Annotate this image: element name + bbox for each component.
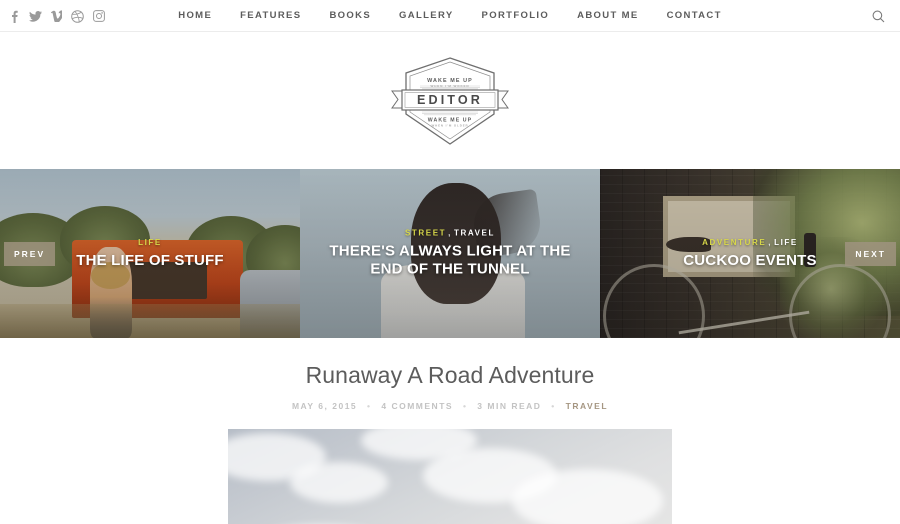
- category-separator: ,: [768, 237, 773, 247]
- slide-item[interactable]: STREET, TRAVEL THERE'S ALWAYS LIGHT AT TH…: [299, 169, 600, 338]
- post-featured-image[interactable]: [228, 428, 672, 524]
- slide-category[interactable]: STREET: [405, 228, 446, 237]
- featured-slider: PREV LIFE THE LIFE OF STUFF STREET , TRA…: [0, 169, 900, 338]
- post-title[interactable]: Runaway A Road Adventure: [0, 362, 900, 390]
- meta-separator: •: [367, 400, 372, 411]
- slide-category[interactable]: ADVENTURE: [702, 237, 766, 246]
- main-navigation: HOME FEATURES BOOKS GALLERY PORTFOLIO AB…: [0, 0, 900, 32]
- nav-item-home[interactable]: HOME: [164, 0, 226, 32]
- site-logo[interactable]: WAKE ME UP WHEN I'M WOKEN EDITOR WAKE ME…: [0, 32, 900, 169]
- slide-category[interactable]: TRAVEL: [454, 228, 495, 237]
- post-category[interactable]: TRAVEL: [566, 401, 608, 411]
- search-icon[interactable]: [866, 0, 890, 32]
- editor-badge-icon: WAKE ME UP WHEN I'M WOKEN EDITOR WAKE ME…: [388, 56, 512, 146]
- meta-separator: •: [551, 400, 556, 411]
- slider-prev-button[interactable]: PREV: [4, 241, 56, 266]
- category-separator: ,: [448, 228, 452, 238]
- nav-item-portfolio[interactable]: PORTFOLIO: [468, 0, 564, 32]
- meta-separator: •: [462, 400, 468, 411]
- post-meta: MAY 6, 2015 • 4 COMMENTS • 3 MIN READ • …: [0, 401, 900, 411]
- nav-item-features[interactable]: FEATURES: [226, 0, 315, 32]
- badge-bottom-line-2: WHEN I'M OLDER: [431, 123, 468, 127]
- slide-categories: STREET, TRAVEL: [314, 228, 586, 237]
- post-read-time: 3 MIN READ: [477, 400, 542, 411]
- post-comments[interactable]: 4 COMMENTS: [381, 401, 453, 411]
- nav-item-about-me[interactable]: ABOUT ME: [563, 0, 652, 32]
- slide-title[interactable]: THERE'S ALWAYS LIGHT AT THE END OF THE T…: [314, 242, 586, 279]
- nav-item-gallery[interactable]: GALLERY: [385, 0, 468, 32]
- nav-item-contact[interactable]: CONTACT: [653, 0, 736, 32]
- slider-next-button[interactable]: NEXT: [845, 241, 896, 266]
- post-section: Runaway A Road Adventure MAY 6, 2015 • 4…: [0, 338, 900, 524]
- badge-brand-text: EDITOR: [417, 93, 483, 107]
- slide-caption: STREET, TRAVEL THERE'S ALWAYS LIGHT AT TH…: [300, 228, 600, 279]
- slide-category[interactable]: LIFE: [774, 237, 798, 246]
- slide-category[interactable]: LIFE: [138, 237, 162, 246]
- top-bar: HOME FEATURES BOOKS GALLERY PORTFOLIO AB…: [0, 0, 900, 32]
- badge-top-line-2: WHEN I'M WOKEN: [431, 84, 470, 88]
- badge-top-line-1: WAKE ME UP: [427, 78, 473, 84]
- post-date: MAY 6, 2015: [291, 400, 358, 411]
- nav-item-books[interactable]: BOOKS: [315, 0, 385, 32]
